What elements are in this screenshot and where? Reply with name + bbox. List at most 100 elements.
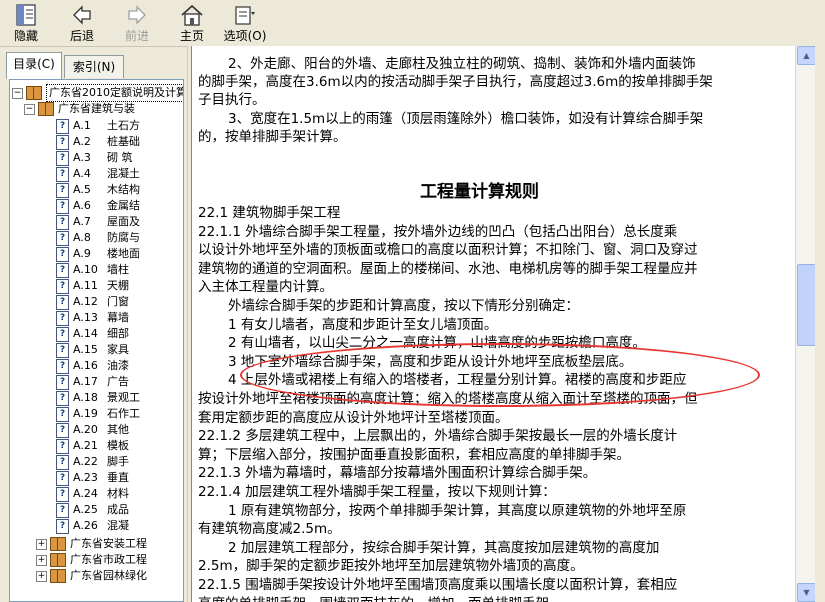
tree-item[interactable]: ? A.16 油漆 — [56, 358, 129, 374]
tree-item-code: A.8 — [73, 231, 91, 244]
rule-line: 22.1.2 多层建筑工程中，上层飘出的，外墙综合脚手架按最长一层的外墙长度计 — [198, 428, 678, 445]
tree-item[interactable]: ? A.3 砌 筑 — [56, 150, 133, 166]
options-label: 选项(O) — [223, 29, 267, 43]
tree-item-code: A.17 — [73, 375, 98, 388]
tree-root[interactable]: − 广东省2010定额说明及计算规则 — [12, 84, 183, 102]
rule-line: 入主体工程量内计算。 — [198, 279, 333, 296]
help-page-icon: ? — [56, 134, 69, 150]
tree-item[interactable]: ? A.23 垂直 — [56, 470, 129, 486]
help-page-icon: ? — [56, 230, 69, 246]
expand-icon[interactable]: + — [36, 570, 47, 582]
tree-item[interactable]: ? A.22 脚手 — [56, 454, 129, 470]
tree-item-label: 家具 — [107, 343, 129, 356]
hide-icon — [14, 4, 38, 26]
home-button[interactable]: 主页 — [174, 4, 210, 44]
tree-root-label: 广东省2010定额说明及计算规则 — [46, 84, 183, 102]
tree-item[interactable]: ? A.11 天棚 — [56, 278, 129, 294]
tree-item[interactable]: ? A.10 墙柱 — [56, 262, 129, 278]
tree-item-label: 垂直 — [107, 471, 129, 484]
help-page-icon: ? — [56, 390, 69, 406]
tree-item-code: A.9 — [73, 247, 91, 260]
back-button[interactable]: 后退 — [64, 4, 100, 44]
rule-line: 算；下层缩入部分，按围护面垂直投影面积，套相应高度的单排脚手架。 — [198, 446, 630, 463]
scroll-up-icon[interactable]: ▲ — [797, 46, 816, 65]
help-page-icon: ? — [56, 118, 69, 134]
tree-item[interactable]: ? A.19 石作工 — [56, 406, 140, 422]
help-page-icon: ? — [56, 150, 69, 166]
book-icon — [26, 86, 42, 100]
tree-item-label: 桩基础 — [107, 135, 140, 148]
collapse-icon[interactable]: − — [12, 87, 23, 99]
help-page-icon: ? — [56, 454, 69, 470]
home-icon — [180, 4, 204, 26]
tree-item[interactable]: ? A.7 屋面及 — [56, 214, 140, 230]
scroll-down-icon[interactable]: ▼ — [797, 583, 816, 602]
tree-item[interactable]: ? A.26 混凝 — [56, 518, 129, 534]
tree-item-code: A.6 — [73, 199, 91, 212]
text-line: 子目执行。 — [198, 92, 266, 108]
back-label: 后退 — [69, 29, 94, 43]
tab-index[interactable]: 索引(N) — [64, 55, 124, 78]
tree-book-label: 广东省安装工程 — [70, 537, 147, 550]
back-icon — [70, 4, 94, 26]
tree-item-label: 其他 — [107, 423, 129, 436]
tree-item[interactable]: ? A.2 桩基础 — [56, 134, 140, 150]
tree-item[interactable]: ? A.25 成品 — [56, 502, 129, 518]
contents-tree[interactable]: −广东省2010定额说明及计算规则 −广东省建筑与装 ?A.1土石方?A.2桩基… — [9, 79, 184, 602]
home-label: 主页 — [179, 29, 204, 43]
rule-line: 22.1.1 外墙综合脚手架工程量，按外墙外边线的凹凸（包括凸出阳台）总长度乘 — [198, 223, 678, 240]
tree-item[interactable]: ? A.9 楼地面 — [56, 246, 140, 262]
tree-item-label: 砌 筑 — [107, 151, 133, 164]
tree-book-label: 广东省市政工程 — [70, 553, 147, 566]
expand-icon[interactable]: + — [36, 538, 47, 550]
tree-book-construction[interactable]: − 广东省建筑与装 — [24, 101, 135, 117]
scroll-thumb[interactable] — [797, 264, 816, 346]
collapse-icon[interactable]: − — [24, 103, 35, 115]
help-page-icon: ? — [56, 166, 69, 182]
tree-item-code: A.20 — [73, 423, 98, 436]
tree-item[interactable]: ? A.12 门窗 — [56, 294, 129, 310]
tree-book-municipal[interactable]: + 广东省市政工程 — [36, 552, 147, 568]
tree-item-code: A.10 — [73, 263, 98, 276]
tree-item[interactable]: ? A.14 细部 — [56, 326, 129, 342]
vertical-scrollbar[interactable]: ▲ ▼ — [795, 46, 816, 602]
tree-item[interactable]: ? A.18 景观工 — [56, 390, 140, 406]
tree-item-label: 细部 — [107, 327, 129, 340]
expand-icon[interactable]: + — [36, 554, 47, 566]
tree-book-installation[interactable]: + 广东省安装工程 — [36, 536, 147, 552]
options-button[interactable]: 选项(O) — [222, 4, 268, 44]
forward-button[interactable]: 前进 — [119, 4, 155, 44]
rule-line: 建筑物的通道的空洞面积。屋面上的楼梯间、水池、电梯机房等的脚手架工程量应并 — [198, 260, 698, 277]
tree-item[interactable]: ? A.20 其他 — [56, 422, 129, 438]
tree-item[interactable]: ? A.24 材料 — [56, 486, 129, 502]
tree-item-code: A.3 — [73, 151, 91, 164]
tree-book-label: 广东省建筑与装 — [58, 102, 135, 115]
tree-item[interactable]: ? A.8 防腐与 — [56, 230, 140, 246]
tree-item[interactable]: ? A.13 幕墙 — [56, 310, 129, 326]
tree-book-landscape[interactable]: + 广东省园林绿化 — [36, 568, 147, 584]
tree-item-label: 门窗 — [107, 295, 129, 308]
tab-contents[interactable]: 目录(C) — [6, 52, 62, 79]
tree-item[interactable]: ? A.1 土石方 — [56, 118, 140, 134]
tree-item[interactable]: ? A.5 木结构 — [56, 182, 140, 198]
help-page-icon: ? — [56, 374, 69, 390]
tree-item[interactable]: ? A.6 金属结 — [56, 198, 140, 214]
tree-item-code: A.25 — [73, 503, 98, 516]
tree-item-code: A.16 — [73, 359, 98, 372]
tree-item[interactable]: ? A.4 混凝土 — [56, 166, 140, 182]
tree-item-label: 木结构 — [107, 183, 140, 196]
text-line: 2、外走廊、阳台的外墙、走廊柱及独立柱的砌筑、捣制、装饰和外墙内面装饰 — [228, 56, 696, 72]
tree-item-label: 脚手 — [107, 454, 129, 470]
help-page-icon: ? — [56, 422, 69, 438]
topic-content: 2、外走廊、阳台的外墙、走廊柱及独立柱的砌筑、捣制、装饰和外墙内面装饰 的脚手架… — [191, 46, 796, 602]
help-page-icon: ? — [56, 326, 69, 342]
tree-item[interactable]: ? A.15 家具 — [56, 342, 129, 358]
rule-line: 套用定额步距的高度应从设计外地坪计至塔楼顶面。 — [198, 409, 509, 426]
help-page-icon: ? — [56, 358, 69, 374]
help-page-icon: ? — [56, 342, 69, 358]
tree-item[interactable]: ? A.17 广告 — [56, 374, 129, 390]
hide-button[interactable]: 隐藏 — [8, 4, 44, 44]
tree-item[interactable]: ? A.21 模板 — [56, 438, 129, 454]
help-page-icon: ? — [56, 438, 69, 454]
tree-item-code: A.14 — [73, 327, 98, 340]
